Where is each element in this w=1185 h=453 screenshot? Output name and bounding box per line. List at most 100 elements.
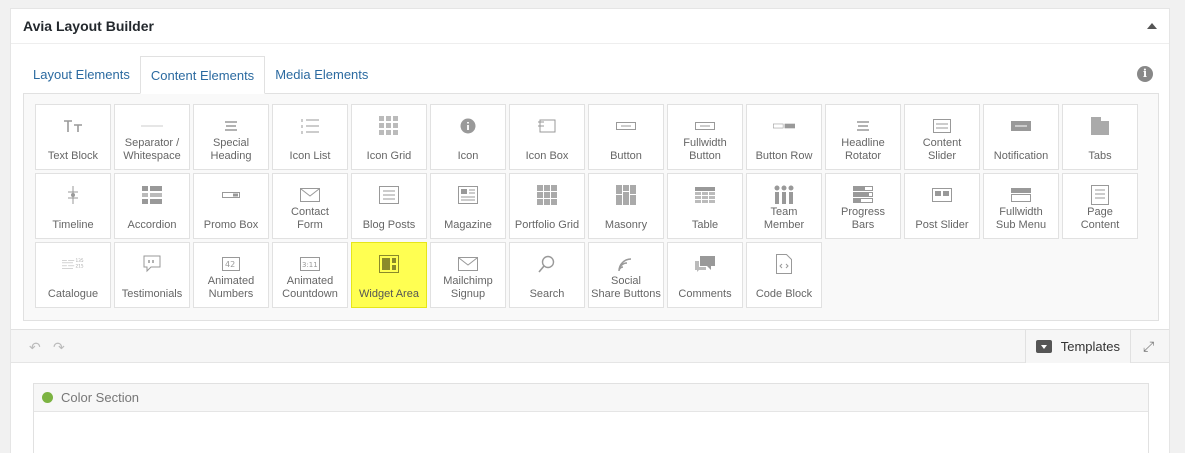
element-label: Icon List (289, 150, 331, 162)
element-code-block[interactable]: Code Block (746, 242, 822, 308)
svg-text:215: 215 (75, 264, 83, 270)
element-notification[interactable]: Notification (983, 104, 1059, 170)
element-label: Tabs (1088, 150, 1112, 162)
page-icon (1089, 185, 1111, 205)
info-icon[interactable]: i (1137, 66, 1153, 82)
submenu-icon (1010, 186, 1032, 204)
table-icon (694, 186, 716, 204)
panel-title: Avia Layout Builder (23, 18, 154, 34)
color-section-label: Color Section (61, 390, 140, 405)
element-fullwidth-button[interactable]: Fullwidth Button (667, 104, 743, 170)
element-button-row[interactable]: Button Row (746, 104, 822, 170)
element-catalogue[interactable]: 135 215 Catalogue (35, 242, 111, 308)
element-label: Text Block (47, 150, 99, 162)
redo-icon[interactable]: ↷ (53, 340, 67, 354)
element-social-share-buttons[interactable]: Social Share Buttons (588, 242, 664, 308)
element-fullwidth-sub-menu[interactable]: Fullwidth Sub Menu (983, 173, 1059, 239)
element-label: Blog Posts (362, 219, 416, 231)
text-icon (62, 117, 84, 135)
element-animated-numbers[interactable]: 42 Animated Numbers (193, 242, 269, 308)
element-special-heading[interactable]: Special Heading (193, 104, 269, 170)
element-separator-whitespace[interactable]: Separator / Whitespace (114, 104, 190, 170)
tab-layout-elements[interactable]: Layout Elements (23, 56, 140, 94)
progress-icon (852, 186, 874, 204)
element-label: Fullwidth Button (683, 137, 727, 162)
promo-icon (220, 186, 242, 204)
element-label: Testimonials (121, 288, 183, 300)
box-icon (536, 117, 558, 135)
envelope-icon (299, 186, 321, 204)
element-portfolio-grid[interactable]: Portfolio Grid (509, 173, 585, 239)
element-tabs[interactable]: Tabs (1062, 104, 1138, 170)
element-page-content[interactable]: Page Content (1062, 173, 1138, 239)
color-section[interactable]: Color Section (33, 383, 1149, 453)
element-post-slider[interactable]: Post Slider (904, 173, 980, 239)
element-content-slider[interactable]: Content Slider (904, 104, 980, 170)
element-magazine[interactable]: Magazine (430, 173, 506, 239)
element-label: Fullwidth Sub Menu (995, 206, 1047, 231)
builder-canvas: Color Section (11, 363, 1169, 453)
element-widget-area[interactable]: Widget Area (351, 242, 427, 308)
info-circle-icon (457, 117, 479, 135)
quote-icon (141, 255, 163, 273)
code-icon (773, 254, 795, 274)
element-text-block[interactable]: Text Block (35, 104, 111, 170)
section-dot-icon (42, 392, 53, 403)
element-icon-list[interactable]: Icon List (272, 104, 348, 170)
undo-icon[interactable]: ↶ (29, 340, 43, 354)
element-label: Separator / Whitespace (123, 137, 181, 162)
element-search[interactable]: Search (509, 242, 585, 308)
element-label: Notification (993, 150, 1049, 162)
element-blog-posts[interactable]: Blog Posts (351, 173, 427, 239)
heading-icon (220, 117, 242, 135)
tab-media-elements[interactable]: Media Elements (265, 56, 378, 94)
element-testimonials[interactable]: Testimonials (114, 242, 190, 308)
element-accordion[interactable]: Accordion (114, 173, 190, 239)
element-contact-form[interactable]: Contact Form (272, 173, 348, 239)
element-label: Button (610, 150, 642, 162)
element-label: Button Row (755, 150, 813, 162)
element-label: Magazine (444, 219, 492, 231)
color-section-header[interactable]: Color Section (34, 384, 1148, 412)
element-label: Mailchimp Signup (443, 275, 493, 300)
accordion-icon (141, 186, 163, 204)
portfolio-icon (536, 185, 558, 205)
mail-icon (457, 255, 479, 273)
element-label: Table (691, 219, 719, 231)
magazine-icon (457, 186, 479, 204)
element-label: Page Content (1080, 206, 1120, 231)
element-mailchimp-signup[interactable]: Mailchimp Signup (430, 242, 506, 308)
element-button[interactable]: Button (588, 104, 664, 170)
element-masonry[interactable]: Masonry (588, 173, 664, 239)
tabs-icon (1089, 117, 1111, 135)
tab-content-elements[interactable]: Content Elements (139, 56, 266, 94)
comments-icon (694, 255, 716, 273)
catalogue-icon: 135 215 (62, 255, 84, 273)
svg-text:42: 42 (225, 260, 235, 269)
share-icon (615, 255, 637, 273)
rotator-icon (852, 117, 874, 135)
element-animated-countdown[interactable]: 3:11 Animated Countdown (272, 242, 348, 308)
element-label: Masonry (604, 219, 648, 231)
slider-icon (931, 117, 953, 135)
element-progress-bars[interactable]: Progress Bars (825, 173, 901, 239)
element-label: Catalogue (47, 288, 99, 300)
element-comments[interactable]: Comments (667, 242, 743, 308)
fullscreen-icon[interactable]: ⤢ (1143, 339, 1157, 353)
element-promo-box[interactable]: Promo Box (193, 173, 269, 239)
templates-button[interactable]: Templates (1024, 330, 1131, 363)
element-icon-box[interactable]: Icon Box (509, 104, 585, 170)
element-timeline[interactable]: Timeline (35, 173, 111, 239)
element-label: Content Slider (922, 137, 962, 162)
element-label: Comments (678, 288, 732, 300)
panel-header: Avia Layout Builder (11, 9, 1169, 44)
element-headline-rotator[interactable]: Headline Rotator (825, 104, 901, 170)
element-table[interactable]: Table (667, 173, 743, 239)
notification-icon (1010, 117, 1032, 135)
collapse-icon[interactable] (1147, 23, 1157, 29)
templates-label: Templates (1060, 339, 1120, 354)
element-icon[interactable]: Icon (430, 104, 506, 170)
element-team-member[interactable]: Team Member (746, 173, 822, 239)
element-icon-grid[interactable]: Icon Grid (351, 104, 427, 170)
svg-text:135: 135 (75, 258, 83, 264)
